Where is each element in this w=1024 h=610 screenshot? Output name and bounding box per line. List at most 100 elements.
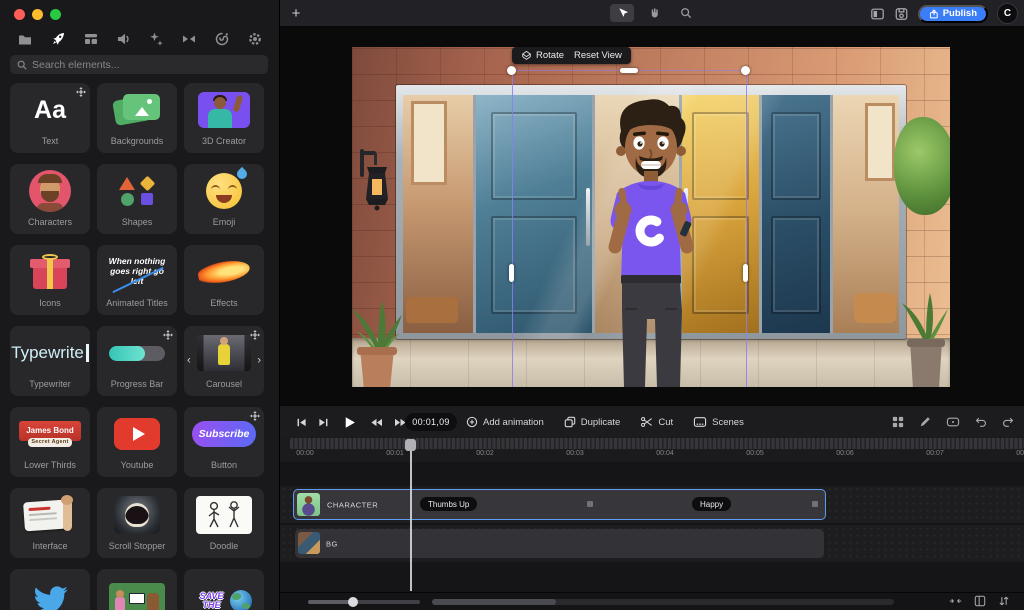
- carousel-next-icon[interactable]: ›: [257, 355, 261, 367]
- pan-hand-tool-button[interactable]: [642, 4, 666, 22]
- rotate-button[interactable]: Rotate: [521, 50, 564, 61]
- scroll-stopper-art: [114, 496, 160, 534]
- scenes-button[interactable]: Scenes: [693, 416, 744, 428]
- timeline-zoom-slider[interactable]: [308, 597, 420, 607]
- reset-view-button[interactable]: Reset View: [574, 50, 622, 61]
- ruler-label: 00:03: [566, 450, 584, 457]
- grid-view-icon[interactable]: [892, 416, 904, 428]
- select-tool-button[interactable]: [610, 4, 634, 22]
- card-youtube[interactable]: Youtube: [97, 407, 177, 477]
- duplicate-button[interactable]: Duplicate: [564, 416, 620, 428]
- animation-marker-thumbs-up[interactable]: Thumbs Up: [420, 497, 478, 511]
- search-input[interactable]: [32, 58, 261, 71]
- zoom-window-button[interactable]: [50, 9, 61, 20]
- timeline-ruler[interactable]: 00:00 00:01 00:02 00:03 00:04 00:05 00:0…: [280, 437, 1024, 462]
- timeline-actions: Add animation Duplicate Cut Scenes: [466, 406, 744, 438]
- drag-handle-icon[interactable]: [250, 411, 260, 421]
- card-backgrounds[interactable]: Backgrounds: [97, 83, 177, 153]
- card-shapes[interactable]: Shapes: [97, 164, 177, 234]
- panel-toggle-icon[interactable]: [974, 595, 986, 607]
- cut-button[interactable]: Cut: [640, 416, 673, 428]
- previous-frame-button[interactable]: [296, 417, 307, 428]
- drag-handle-icon[interactable]: [163, 330, 173, 340]
- card-doodle[interactable]: Doodle: [184, 488, 264, 558]
- reorder-tracks-icon[interactable]: [998, 595, 1010, 607]
- publish-button[interactable]: Publish: [917, 4, 988, 23]
- tab-files-icon[interactable]: [14, 29, 36, 49]
- preview-screen-icon[interactable]: [946, 416, 960, 428]
- ruler-label: 00:01: [386, 450, 404, 457]
- next-frame-button[interactable]: [318, 417, 329, 428]
- carousel-prev-icon[interactable]: ‹: [187, 355, 191, 367]
- tab-audio-icon[interactable]: [113, 29, 135, 49]
- card-lower-thirds[interactable]: James Bond Secret Agent Lower Thirds: [10, 407, 90, 477]
- card-label: Progress Bar: [110, 379, 164, 389]
- search-elements-box: [10, 55, 268, 74]
- brush-icon[interactable]: [919, 416, 931, 428]
- keyframe-square[interactable]: [587, 501, 593, 507]
- selection-handle-top-right[interactable]: [741, 66, 750, 75]
- selection-handle-left-middle[interactable]: [509, 264, 514, 282]
- ruler-label: 00:02: [476, 450, 494, 457]
- playhead-handle[interactable]: [405, 439, 416, 451]
- drag-handle-icon[interactable]: [76, 87, 86, 97]
- card-characters[interactable]: Characters: [10, 164, 90, 234]
- redo-icon[interactable]: [1002, 416, 1014, 428]
- tab-settings-icon[interactable]: [244, 29, 266, 49]
- card-progress-bar[interactable]: Progress Bar: [97, 326, 177, 396]
- card-carousel[interactable]: ‹ › Carousel: [184, 326, 264, 396]
- clip-bg[interactable]: BG: [295, 529, 824, 558]
- card-emoji[interactable]: Emoji: [184, 164, 264, 234]
- tab-elements-icon[interactable]: [47, 29, 69, 49]
- selection-handle-right-middle[interactable]: [743, 264, 748, 282]
- add-button[interactable]: +: [286, 3, 306, 23]
- rewind-button[interactable]: [370, 417, 383, 428]
- card-video-collage[interactable]: [97, 569, 177, 610]
- card-typewriter[interactable]: Typewrite Typewriter: [10, 326, 90, 396]
- selection-handle-top-center[interactable]: [620, 68, 638, 73]
- play-button[interactable]: [343, 416, 356, 429]
- ruler-label: 00:00: [296, 450, 314, 457]
- tab-effects-icon[interactable]: [145, 29, 167, 49]
- save-icon[interactable]: [894, 7, 909, 21]
- card-3d-creator[interactable]: 3D Creator: [184, 83, 264, 153]
- timeline-scrollbar[interactable]: [432, 599, 894, 605]
- card-label: Icons: [39, 298, 61, 308]
- video-frame[interactable]: [352, 47, 950, 387]
- card-button[interactable]: Subscribe Button: [184, 407, 264, 477]
- ruler-ticks: [290, 438, 1024, 449]
- card-twitter[interactable]: [10, 569, 90, 610]
- zoom-slider-knob[interactable]: [348, 597, 358, 607]
- keyframe-square[interactable]: [812, 501, 818, 507]
- tab-templates-icon[interactable]: [80, 29, 102, 49]
- card-label: 3D Creator: [201, 136, 246, 146]
- scrollbar-thumb[interactable]: [432, 599, 556, 605]
- undo-icon[interactable]: [975, 416, 987, 428]
- clip-character[interactable]: CHARACTER Thumbs Up Happy: [293, 489, 826, 520]
- card-icons[interactable]: Icons: [10, 245, 90, 315]
- canvas-stage[interactable]: Rotate Reset View: [280, 27, 1024, 405]
- card-label: Youtube: [120, 460, 154, 470]
- card-effects[interactable]: Effects: [184, 245, 264, 315]
- video-editor-app: Aa Text Backgrounds 3D Creator Chara: [0, 0, 1024, 610]
- add-animation-button[interactable]: Add animation: [466, 416, 544, 428]
- tab-transitions-icon[interactable]: [178, 29, 200, 49]
- character-3d[interactable]: [575, 95, 715, 387]
- search-canvas-button[interactable]: [674, 4, 698, 22]
- card-interface[interactable]: Interface: [10, 488, 90, 558]
- character-clip-thumbnail: [297, 493, 320, 516]
- account-avatar[interactable]: C: [997, 3, 1018, 24]
- layout-panel-icon[interactable]: [870, 7, 885, 21]
- selection-handle-top-left[interactable]: [507, 66, 516, 75]
- card-animated-titles[interactable]: When nothing goes right go left Animated…: [97, 245, 177, 315]
- card-scroll-stopper[interactable]: Scroll Stopper: [97, 488, 177, 558]
- collapse-timeline-icon[interactable]: [949, 595, 962, 607]
- tab-props-icon[interactable]: [211, 29, 233, 49]
- timeline-right-tools: [892, 406, 1014, 438]
- card-text[interactable]: Aa Text: [10, 83, 90, 153]
- drag-handle-icon[interactable]: [250, 330, 260, 340]
- card-save-the-planet[interactable]: SAVE THE: [184, 569, 264, 610]
- minimize-window-button[interactable]: [32, 9, 43, 20]
- animation-marker-happy[interactable]: Happy: [692, 497, 732, 511]
- close-window-button[interactable]: [14, 9, 25, 20]
